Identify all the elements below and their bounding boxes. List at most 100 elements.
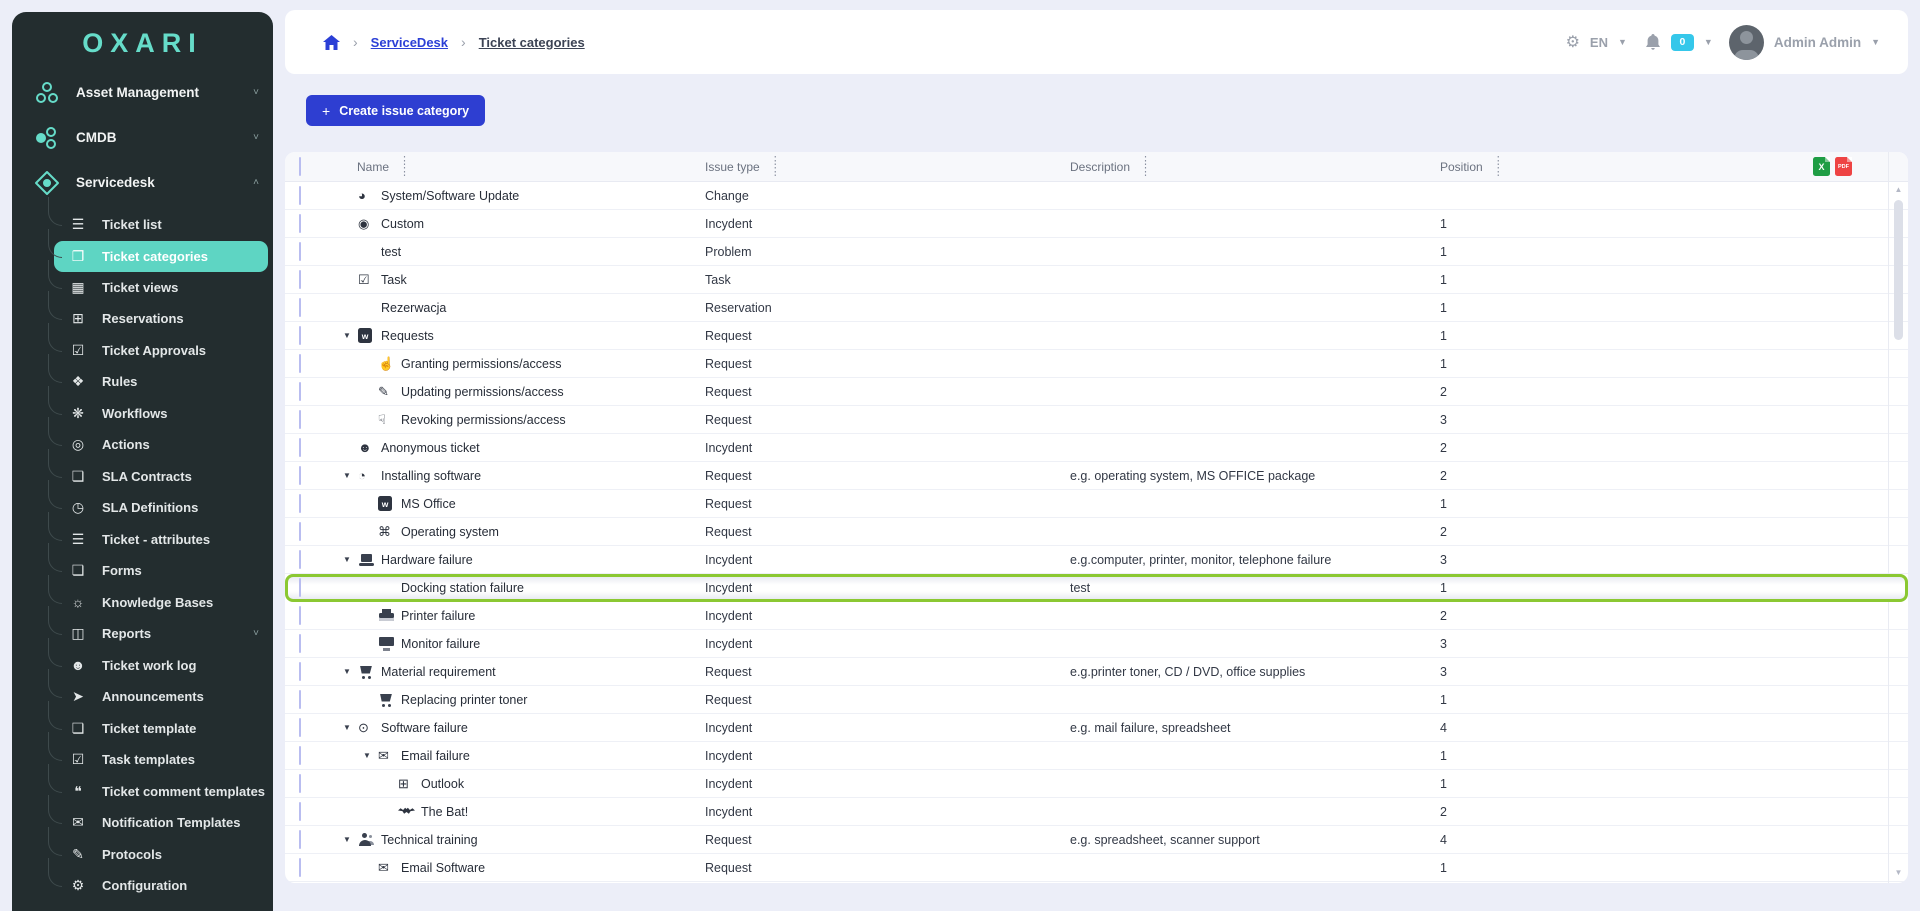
table-row[interactable]: Monitor failure Incydent 3: [285, 630, 1908, 658]
table-row[interactable]: ▼ ✉ Email failure Incydent 1: [285, 742, 1908, 770]
row-checkbox[interactable]: [299, 605, 301, 625]
sidebar-item-configuration[interactable]: ⚙ Configuration: [12, 858, 273, 902]
column-menu-icon[interactable]: ⋮ ⋮: [399, 155, 410, 178]
column-header-issue-type[interactable]: Issue type: [705, 160, 760, 174]
table-row[interactable]: ▼ Technical training Request e.g. spreadshe…: [285, 826, 1908, 854]
table-row[interactable]: Replacing printer toner Request 1: [285, 686, 1908, 714]
table-row[interactable]: ◕ System/Software Update Change: [285, 182, 1908, 210]
sidebar-item-label: Ticket Approvals: [102, 342, 207, 358]
table-row[interactable]: ☻ Anonymous ticket Incydent 2: [285, 434, 1908, 462]
table-row[interactable]: ▼ Material requirement Request e.g.printer …: [285, 658, 1908, 686]
row-checkbox[interactable]: [299, 381, 301, 401]
column-header-description[interactable]: Description: [1070, 160, 1130, 174]
column-header-position[interactable]: Position: [1440, 160, 1483, 174]
breadcrumb-servicedesk[interactable]: ServiceDesk: [371, 35, 448, 50]
table-row[interactable]: The Bat! Incydent 2: [285, 798, 1908, 826]
table-row[interactable]: Rezerwacja Reservation 1: [285, 294, 1908, 322]
checklist-icon: ☑: [358, 271, 370, 287]
row-checkbox[interactable]: [299, 409, 301, 429]
row-checkbox[interactable]: [299, 493, 301, 513]
table-row[interactable]: ◉ Custom Incydent 1: [285, 210, 1908, 238]
issue-type: Incydent: [705, 776, 753, 791]
monitor-icon: [378, 636, 395, 651]
word-doc-icon: w: [358, 328, 372, 343]
row-checkbox[interactable]: [299, 185, 301, 205]
row-checkbox[interactable]: [299, 465, 301, 485]
expand-caret-icon[interactable]: ▼: [363, 751, 378, 760]
row-checkbox[interactable]: [299, 578, 301, 597]
scroll-down-icon[interactable]: ▼: [1889, 868, 1908, 877]
expand-caret-icon[interactable]: ▼: [343, 331, 358, 340]
description: e.g. operating system, MS OFFICE package: [1070, 468, 1316, 483]
table-row[interactable]: ▼ ⊙ Software failure Incydent e.g. mail fail…: [285, 714, 1908, 742]
settings-gear-icon[interactable]: ⚙: [1566, 32, 1580, 52]
table-row[interactable]: test Problem 1: [285, 238, 1908, 266]
cart-icon: [358, 665, 381, 679]
row-checkbox[interactable]: [299, 801, 301, 821]
table-scrollbar[interactable]: ▲ ▼: [1888, 152, 1908, 883]
pdf-export-icon[interactable]: PDF: [1835, 157, 1852, 176]
table-row[interactable]: w MS Office Request 1: [285, 490, 1908, 518]
row-checkbox[interactable]: [299, 773, 301, 793]
sidebar-item-cmdb[interactable]: CMDB ˅: [12, 115, 273, 160]
row-checkbox[interactable]: [299, 829, 301, 849]
excel-export-icon[interactable]: X: [1813, 157, 1830, 176]
row-checkbox[interactable]: [299, 661, 301, 681]
row-checkbox[interactable]: [299, 353, 301, 373]
row-checkbox[interactable]: [299, 241, 301, 261]
row-checkbox[interactable]: [299, 437, 301, 457]
row-checkbox[interactable]: [299, 297, 301, 317]
column-menu-icon[interactable]: ⋮ ⋮: [770, 155, 781, 178]
table-row[interactable]: ▼ ◔ Installing software Request e.g. operati…: [285, 462, 1908, 490]
table-row[interactable]: Printer failure Incydent 2: [285, 602, 1908, 630]
create-issue-category-button[interactable]: + Create issue category: [306, 95, 486, 126]
table-row[interactable]: ▼ Hardware failure Incydent e.g.computer, p…: [285, 546, 1908, 574]
table-row[interactable]: ⌘ Operating system Request 2: [285, 518, 1908, 546]
table-row[interactable]: ✎ Updating permissions/access Request 2: [285, 378, 1908, 406]
row-checkbox[interactable]: [299, 745, 301, 765]
expand-caret-icon[interactable]: ▼: [343, 723, 358, 732]
table-row[interactable]: ☑ Task Task 1: [285, 266, 1908, 294]
row-checkbox[interactable]: [299, 269, 301, 289]
row-checkbox[interactable]: [299, 549, 301, 569]
scroll-up-icon[interactable]: ▲: [1889, 185, 1908, 194]
notification-caret-icon[interactable]: ▼: [1704, 37, 1713, 47]
position: 1: [1440, 328, 1447, 343]
expand-caret-icon[interactable]: ▼: [343, 555, 358, 564]
row-checkbox[interactable]: [299, 857, 301, 877]
issue-type: Incydent: [705, 748, 753, 763]
table-row[interactable]: ☝ Granting permissions/access Request 1: [285, 350, 1908, 378]
row-checkbox[interactable]: [299, 633, 301, 653]
expand-caret-icon[interactable]: ▼: [343, 835, 358, 844]
notification-bell-icon[interactable]: [1645, 33, 1661, 51]
scrollbar-thumb[interactable]: [1894, 200, 1903, 340]
select-all-checkbox[interactable]: [299, 156, 301, 176]
row-checkbox[interactable]: [299, 325, 301, 345]
row-checkbox[interactable]: [299, 689, 301, 709]
language-caret-icon[interactable]: ▼: [1618, 37, 1627, 47]
home-icon[interactable]: [323, 34, 340, 50]
table-row[interactable]: ⊞ Outlook Incydent 1: [285, 770, 1908, 798]
expand-caret-icon[interactable]: ▼: [343, 667, 358, 676]
user-avatar[interactable]: [1728, 24, 1764, 60]
column-menu-icon[interactable]: ⋮ ⋮: [1493, 155, 1504, 178]
sidebar-item-ticket-categories[interactable]: ❐ Ticket categories: [48, 228, 268, 272]
sidebar-item-asset-management[interactable]: Asset Management ˅: [12, 70, 273, 115]
ticket-views-icon: ▦: [71, 278, 85, 295]
row-checkbox[interactable]: [299, 213, 301, 233]
user-menu-caret-icon[interactable]: ▼: [1871, 37, 1880, 47]
row-checkbox[interactable]: [299, 521, 301, 541]
notification-count-badge[interactable]: 0: [1670, 33, 1694, 51]
table-row[interactable]: ☟ Revoking permissions/access Request 3: [285, 406, 1908, 434]
language-selector[interactable]: EN: [1590, 35, 1608, 50]
ticket-list-icon: ☰: [71, 216, 85, 233]
row-checkbox[interactable]: [299, 717, 301, 737]
expand-caret-icon[interactable]: ▼: [343, 471, 358, 480]
table-row[interactable]: Docking station failure Incydent test 1: [285, 574, 1908, 602]
column-menu-icon[interactable]: ⋮ ⋮: [1140, 155, 1151, 178]
column-header-name[interactable]: Name: [357, 160, 389, 174]
user-name[interactable]: Admin Admin: [1774, 35, 1861, 50]
breadcrumb-ticket-categories[interactable]: Ticket categories: [479, 35, 585, 50]
table-row[interactable]: ▼ w Requests Request 1: [285, 322, 1908, 350]
table-row[interactable]: ✉ Email Software Request 1: [285, 854, 1908, 882]
